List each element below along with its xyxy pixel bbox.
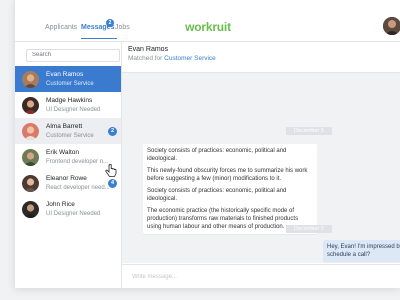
conversation-subtitle: UI Designer Needed	[46, 107, 101, 113]
message-thread: December 5 Society consists of practices…	[122, 73, 400, 263]
conversation-name: John Rice	[46, 201, 75, 208]
conversation-subtitle: Customer Service	[46, 81, 94, 87]
conversation-sidebar: Evan Ramos Customer Service Madge Hawkin…	[15, 42, 122, 288]
chat-header: Evan Ramos Matched for Customer Service	[122, 42, 400, 73]
conversation-name: Madge Hawkins	[46, 97, 93, 104]
chat-match-info: Matched for Customer Service	[128, 55, 216, 62]
workruit-logo[interactable]: workruit	[15, 20, 400, 34]
date-divider: December 5	[286, 127, 332, 135]
conversation-subtitle: Customer Service	[46, 133, 94, 139]
top-navigation: Applicants Messages 2 Jobs workruit	[15, 0, 400, 42]
conversation-subtitle: React developer need...	[46, 185, 110, 191]
message-text: This newly-found obscurity forces me to …	[147, 168, 308, 182]
date-divider: December 5	[286, 225, 332, 233]
message-input[interactable]	[130, 270, 374, 284]
conversation-item-john-rice[interactable]: John Rice UI Designer Needed	[15, 196, 121, 222]
message-text: schedule a call?	[327, 252, 371, 258]
unread-badge: 2	[108, 127, 117, 136]
conversation-name: Erik Walton	[46, 149, 79, 156]
avatar	[22, 175, 39, 192]
avatar	[22, 123, 39, 140]
message-text: Society consists of practices: economic,…	[147, 148, 287, 162]
conversation-item-alma-barrett[interactable]: Alma Barrett Customer Service 2	[15, 118, 121, 144]
matched-job-link[interactable]: Customer Service	[164, 55, 216, 62]
conversation-subtitle: Frontend developer n...	[46, 159, 109, 165]
avatar	[22, 201, 39, 218]
avatar	[22, 71, 39, 88]
message-text: Hey, Evan! I'm impressed by your i	[327, 244, 400, 250]
matched-prefix: Matched for	[128, 55, 163, 62]
user-avatar[interactable]	[383, 17, 400, 35]
hand-cursor-icon	[105, 164, 117, 177]
conversation-name: Evan Ramos	[46, 71, 84, 78]
message-composer	[122, 264, 400, 288]
conversation-name: Eleanor Rowe	[46, 175, 87, 182]
avatar	[22, 149, 39, 166]
incoming-message: This newly-found obscurity forces me to …	[143, 164, 317, 234]
outgoing-message: Hey, Evan! I'm impressed by your i sched…	[323, 240, 400, 262]
search-input[interactable]	[26, 49, 120, 62]
message-text: Society consists of practices: economic,…	[147, 188, 287, 202]
avatar	[22, 97, 39, 114]
chat-contact-name: Evan Ramos	[128, 46, 169, 53]
conversation-name: Alma Barrett	[46, 123, 83, 130]
conversation-subtitle: UI Designer Needed	[46, 211, 101, 217]
unread-badge: 4	[108, 179, 117, 188]
app-window: Applicants Messages 2 Jobs workruit Evan…	[14, 0, 400, 288]
incoming-message: Society consists of practices: economic,…	[143, 144, 317, 166]
conversation-item-madge-hawkins[interactable]: Madge Hawkins UI Designer Needed	[15, 92, 121, 118]
conversation-item-evan-ramos[interactable]: Evan Ramos Customer Service	[15, 66, 121, 92]
